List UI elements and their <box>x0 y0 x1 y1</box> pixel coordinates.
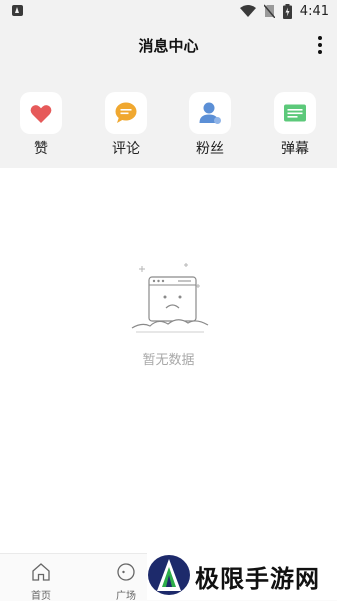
no-sim-icon <box>263 4 275 18</box>
category-label: 评论 <box>112 141 140 157</box>
category-likes[interactable]: 赞 <box>11 92 71 158</box>
category-comments[interactable]: 评论 <box>96 92 156 158</box>
home-icon <box>32 563 50 581</box>
empty-state-text: 暂无数据 <box>142 353 195 368</box>
user-icon <box>189 92 231 134</box>
watermark-emblem-icon <box>148 555 190 595</box>
category-label: 弹幕 <box>281 141 309 157</box>
more-options-icon[interactable] <box>317 36 323 56</box>
app-header: 消息中心 <box>0 22 337 70</box>
danmaku-icon <box>274 92 316 134</box>
category-danmaku[interactable]: 弹幕 <box>265 92 325 158</box>
category-followers[interactable]: 粉丝 <box>180 92 240 158</box>
battery-charging-icon <box>282 3 292 19</box>
page-title: 消息中心 <box>138 37 199 55</box>
tab-home[interactable]: 首页 <box>21 562 61 602</box>
message-category-bar: 赞 评论 粉丝 弹幕 <box>0 70 337 168</box>
wifi-icon <box>239 4 256 17</box>
status-time: 4:41 <box>299 3 329 19</box>
comment-bubble-icon <box>105 92 147 134</box>
category-label: 赞 <box>34 141 48 157</box>
app-notification-icon <box>12 5 23 16</box>
category-label: 粉丝 <box>196 141 224 157</box>
watermark-text: 极限手游网 <box>195 565 320 593</box>
status-bar: 4:41 <box>0 0 337 22</box>
status-icons: 4:41 <box>239 3 329 19</box>
tab-square[interactable]: 广场 <box>106 562 146 602</box>
watermark-logo: 极限手游网 <box>147 550 337 600</box>
square-icon <box>117 563 135 581</box>
empty-box-icon <box>131 263 209 333</box>
heart-icon <box>20 92 62 134</box>
